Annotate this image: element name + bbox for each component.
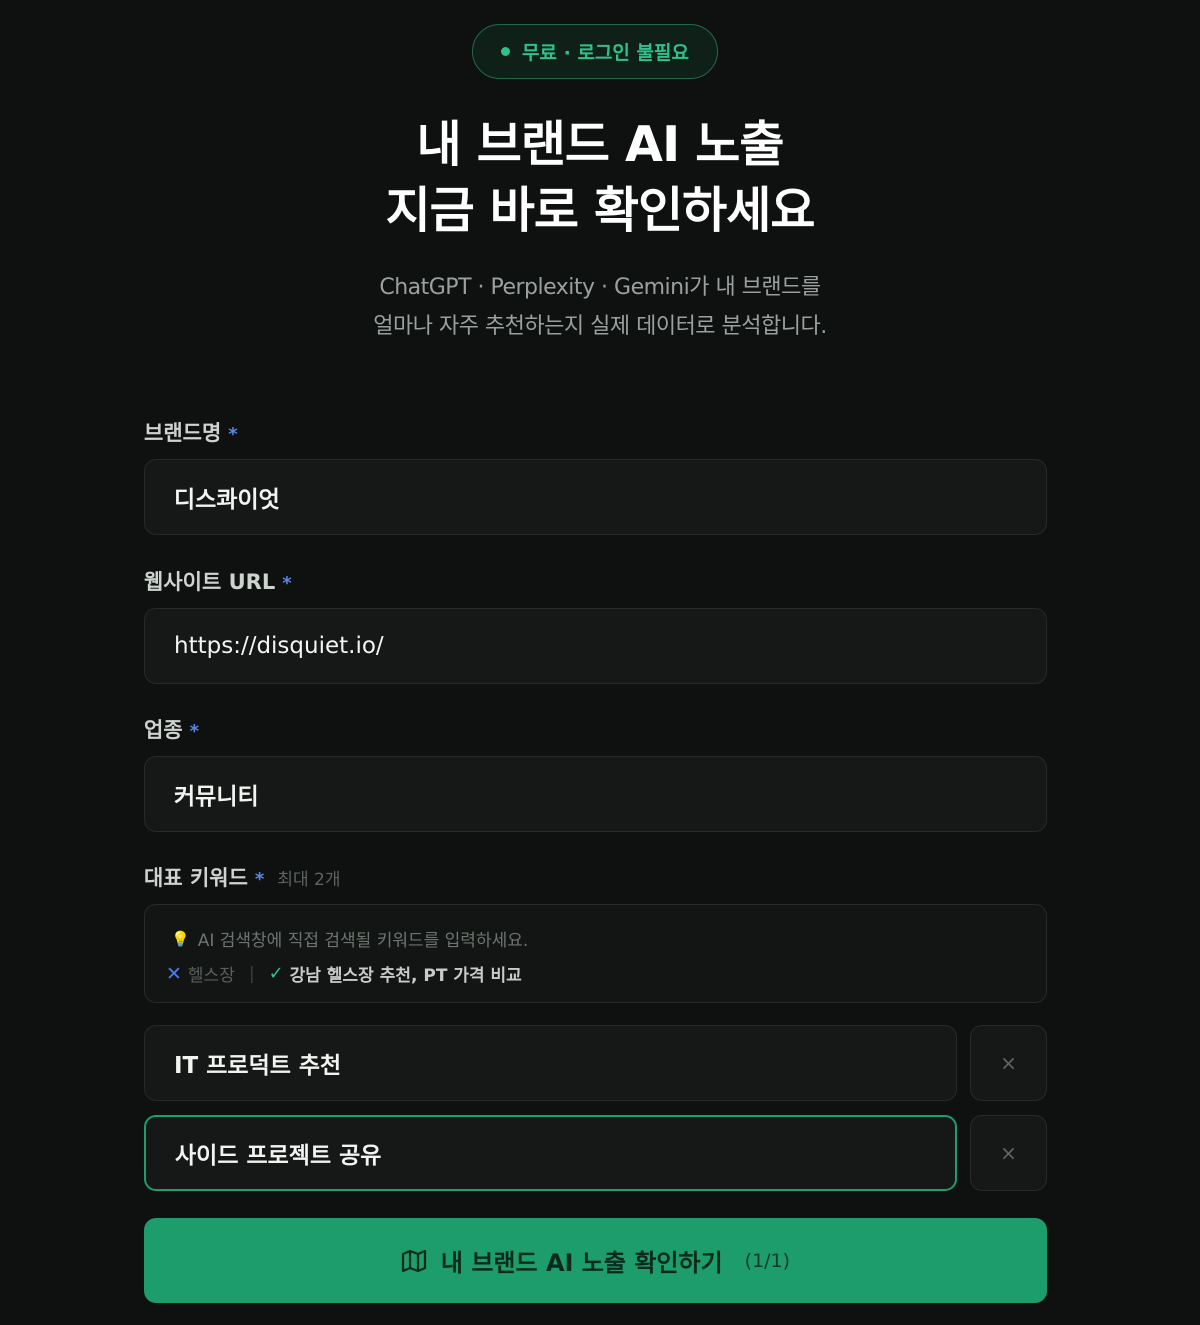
required-mark: * [189,721,200,742]
submit-label: 내 브랜드 AI 노출 확인하기 [440,1249,723,1277]
divider: | [248,963,255,984]
brand-name-input[interactable]: 디스콰이엇 [144,459,1047,535]
industry-label-text: 업종 [144,718,183,742]
hero-title-line2: 지금 바로 확인하세요 [385,182,816,239]
industry-value: 커뮤니티 [174,784,259,810]
industry-label: 업종 * [144,714,199,744]
brand-label: 브랜드명 * [144,417,238,447]
keyword-value-1: IT 프로덕트 추천 [174,1053,342,1079]
hero-subtitle-line1: ChatGPT · Perplexity · Gemini가 내 브랜드를 [379,275,821,300]
remove-keyword-2-button[interactable]: × [970,1115,1047,1191]
keyword-examples: ✕ 헬스장 | ✓ 강남 헬스장 추천, PT 가격 비교 [166,961,1046,987]
check-exposure-button[interactable]: 내 브랜드 AI 노출 확인하기 (1/1) [144,1218,1047,1303]
required-mark: * [282,573,292,594]
close-icon: × [1000,1051,1017,1075]
industry-input[interactable]: 커뮤니티 [144,756,1047,832]
hero-subtitle: ChatGPT · Perplexity · Gemini가 내 브랜드를 얼마… [0,268,1200,346]
hero-subtitle-line2: 얼마나 자주 추천하는지 실제 데이터로 분석합니다. [373,314,827,339]
required-mark: * [228,424,238,445]
keywords-limit-hint: 최대 2개 [277,870,341,890]
status-dot-icon [501,47,511,56]
brand-name-value: 디스콰이엇 [174,487,280,513]
keywords-label: 대표 키워드 * 최대 2개 [144,862,340,892]
map-icon [401,1249,427,1273]
keyword-input-1[interactable]: IT 프로덕트 추천 [144,1025,957,1101]
keyword-input-2[interactable]: 사이드 프로젝트 공유 [144,1115,957,1191]
page: 무료 · 로그인 불필요 내 브랜드 AI 노출 지금 바로 확인하세요 Cha… [0,0,1200,1325]
keywords-label-text: 대표 키워드 [144,866,248,890]
website-label-text: 웹사이트 URL [144,570,276,594]
badge-text: 무료 · 로그인 불필요 [522,42,689,64]
bad-example: 헬스장 [187,966,235,986]
free-badge: 무료 · 로그인 불필요 [472,24,718,79]
website-label: 웹사이트 URL * [144,566,292,596]
good-example: 강남 헬스장 추천, PT 가격 비교 [289,966,522,986]
required-mark: * [254,869,265,890]
close-icon: × [1000,1141,1017,1165]
keyword-tip-line: 💡 AI 검색창에 직접 검색될 키워드를 입력하세요. [171,926,1046,952]
keyword-tip-text: AI 검색창에 직접 검색될 키워드를 입력하세요. [197,931,529,951]
keyword-value-2: 사이드 프로젝트 공유 [175,1143,382,1169]
website-url-value: https://disquiet.io/ [174,633,384,659]
brand-label-text: 브랜드명 [144,421,222,445]
hero-title-line1: 내 브랜드 AI 노출 [416,116,785,173]
website-url-input[interactable]: https://disquiet.io/ [144,608,1047,684]
submit-count: (1/1) [744,1249,791,1272]
keyword-tip-box: 💡 AI 검색창에 직접 검색될 키워드를 입력하세요. ✕ 헬스장 | ✓ 강… [144,904,1047,1003]
lightbulb-icon: 💡 [171,929,190,948]
cross-icon: ✕ [166,962,182,985]
check-icon: ✓ [268,963,284,984]
hero-title: 내 브랜드 AI 노출 지금 바로 확인하세요 [0,112,1200,244]
remove-keyword-1-button[interactable]: × [970,1025,1047,1101]
